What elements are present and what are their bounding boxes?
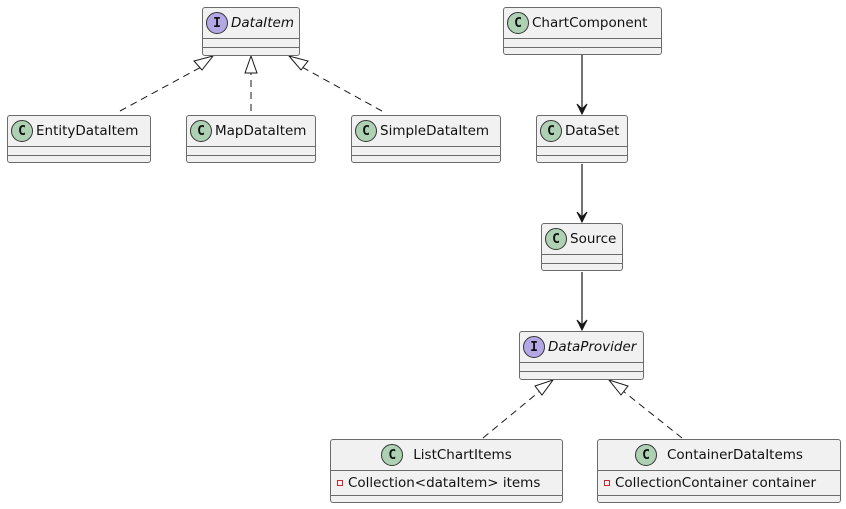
realization-mapdataitem-dataitem	[244, 54, 258, 111]
private-visibility-icon	[337, 480, 343, 486]
class-icon: C	[381, 444, 404, 466]
interface-icon: I	[523, 336, 545, 358]
methods-section	[504, 47, 661, 56]
class-name: ContainerDataItems	[667, 447, 803, 463]
methods-section	[537, 155, 627, 164]
interface-icon: I	[206, 12, 228, 34]
class-icon: C	[635, 444, 657, 466]
association-chartcomponent-dataset	[576, 55, 588, 116]
realization-listchartitems-dataprovider	[482, 379, 555, 439]
class-name: ChartComponent	[532, 15, 648, 31]
class-name: ListChartItems	[413, 447, 512, 463]
realization-containerdataitems-dataprovider	[607, 379, 683, 439]
realization-simpledataitem-dataitem	[287, 55, 383, 112]
methods-section	[352, 155, 500, 164]
class-icon: C	[190, 120, 212, 142]
fields-section	[542, 254, 622, 263]
class-name: DataProvider	[548, 339, 637, 355]
association-dataset-source	[576, 164, 588, 224]
field-text: CollectionContainer container	[615, 475, 817, 491]
class-listchartitems[interactable]: C ListChartItems Collection<dataItem> it…	[330, 439, 563, 503]
fields-section	[504, 38, 661, 47]
class-simpledataitem[interactable]: C SimpleDataItem	[351, 115, 501, 163]
methods-section	[542, 263, 622, 272]
fields-section	[352, 146, 500, 155]
class-mapdataitem[interactable]: C MapDataItem	[186, 115, 316, 163]
fields-section	[520, 362, 643, 371]
fields-section	[537, 146, 627, 155]
realization-entitydataitem-dataitem	[119, 55, 215, 112]
methods-section	[520, 371, 643, 380]
class-source[interactable]: C Source	[541, 223, 623, 271]
class-name: EntityDataItem	[36, 123, 139, 139]
methods-section	[331, 495, 562, 504]
class-icon: C	[11, 120, 33, 142]
class-name: MapDataItem	[215, 123, 307, 139]
field-container: CollectionContainer container	[598, 470, 840, 495]
class-icon: C	[507, 12, 529, 34]
association-source-dataprovider	[576, 272, 588, 332]
class-name: SimpleDataItem	[380, 123, 490, 139]
class-entitydataitem[interactable]: C EntityDataItem	[7, 115, 151, 163]
class-icon: C	[545, 228, 567, 250]
class-containerdataitems[interactable]: C ContainerDataItems CollectionContainer…	[597, 439, 841, 503]
class-name: DataSet	[565, 123, 620, 139]
interface-dataprovider[interactable]: I DataProvider	[519, 331, 644, 380]
relations-layer	[119, 54, 683, 439]
fields-section	[187, 146, 315, 155]
class-icon: C	[355, 120, 377, 142]
class-icon: C	[540, 120, 562, 142]
fields-section	[8, 146, 150, 155]
methods-section	[203, 47, 299, 56]
interface-dataitem[interactable]: I DataItem	[202, 7, 300, 56]
class-name: DataItem	[231, 15, 294, 31]
methods-section	[598, 495, 840, 504]
class-dataset[interactable]: C DataSet	[536, 115, 628, 163]
field-items: Collection<dataItem> items	[331, 470, 562, 495]
private-visibility-icon	[604, 480, 610, 486]
field-text: Collection<dataItem> items	[348, 475, 541, 491]
methods-section	[8, 155, 150, 164]
class-chartcomponent[interactable]: C ChartComponent	[503, 7, 662, 55]
fields-section	[203, 38, 299, 47]
methods-section	[187, 155, 315, 164]
class-name: Source	[570, 231, 617, 247]
